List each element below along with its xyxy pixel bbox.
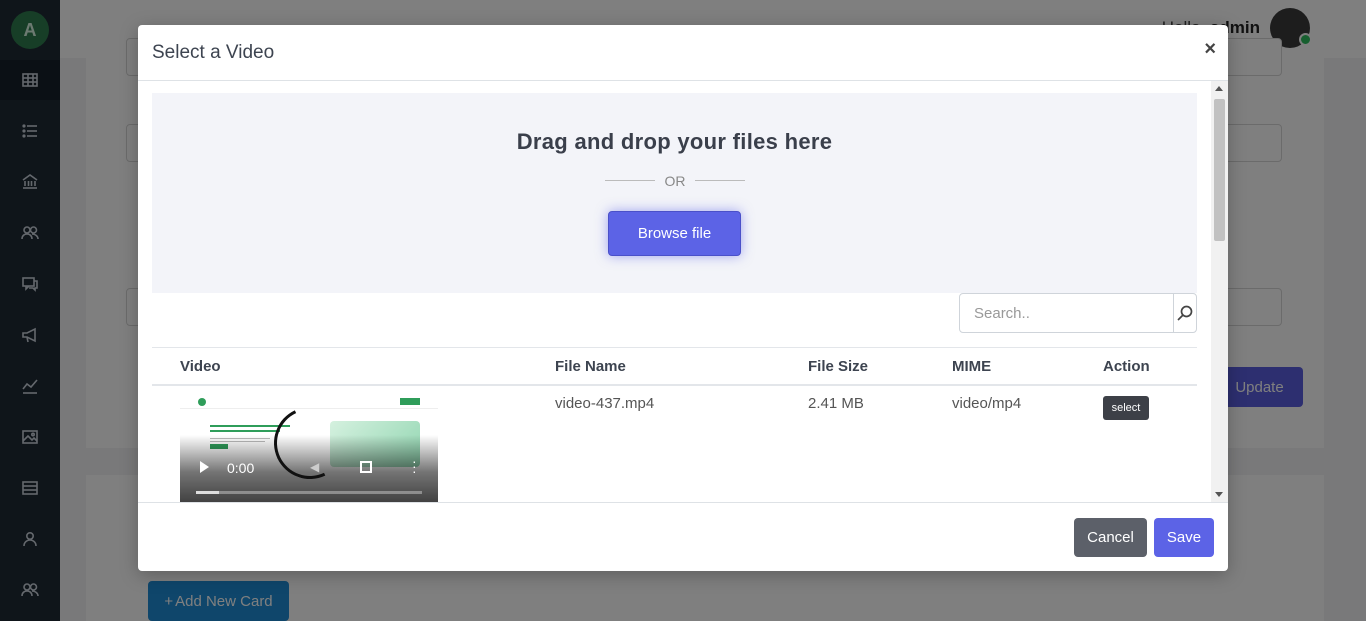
- video-progress-fill: [196, 491, 219, 494]
- column-header-video: Video: [180, 358, 221, 375]
- fullscreen-icon[interactable]: [360, 461, 372, 473]
- thumbnail-button: [400, 398, 420, 405]
- save-button[interactable]: Save: [1154, 518, 1214, 557]
- select-video-button[interactable]: select: [1103, 396, 1149, 420]
- volume-muted-icon[interactable]: ◀: [310, 461, 324, 473]
- play-icon[interactable]: [200, 461, 209, 473]
- modal-scrollbar[interactable]: [1211, 81, 1228, 502]
- file-dropzone[interactable]: Drag and drop your files here OR Browse …: [152, 93, 1197, 293]
- thumbnail-logo: [198, 398, 206, 406]
- cancel-button[interactable]: Cancel: [1074, 518, 1147, 557]
- column-header-mime: MIME: [952, 358, 992, 375]
- browse-file-button[interactable]: Browse file: [608, 211, 741, 256]
- table-header: Video File Name File Size MIME Action: [152, 347, 1197, 386]
- modal-body: Drag and drop your files here OR Browse …: [138, 81, 1228, 502]
- column-header-action: Action: [1103, 358, 1150, 375]
- column-header-file-size: File Size: [808, 358, 869, 375]
- modal-footer: Cancel Save: [138, 502, 1228, 571]
- scrollbar-thumb[interactable]: [1214, 99, 1225, 241]
- divider-line-right: [695, 180, 745, 181]
- modal-header: Select a Video ×: [138, 25, 1228, 81]
- video-player[interactable]: 0:00 ◀ · · ·: [180, 395, 438, 502]
- scroll-down-icon[interactable]: [1215, 492, 1223, 497]
- video-controls: 0:00 ◀ · · ·: [180, 454, 438, 478]
- scroll-up-icon[interactable]: [1215, 86, 1223, 91]
- or-text: OR: [664, 173, 686, 189]
- close-icon[interactable]: ×: [1204, 39, 1216, 59]
- or-divider: OR: [605, 173, 745, 189]
- select-video-modal: Select a Video × Drag and drop your file…: [138, 25, 1228, 571]
- column-header-file-name: File Name: [555, 358, 626, 375]
- more-options-icon[interactable]: · · ·: [412, 454, 417, 478]
- search-button[interactable]: [1173, 294, 1196, 332]
- dropzone-title: Drag and drop your files here: [516, 129, 833, 154]
- mime-cell: video/mp4: [952, 395, 1022, 412]
- file-name-cell: video-437.mp4: [555, 395, 655, 412]
- table-row: 0:00 ◀ · · · video-437.mp4 2.41 MB video/m…: [152, 386, 1197, 502]
- search-icon: [1177, 305, 1193, 321]
- video-progress-bar[interactable]: [196, 491, 422, 494]
- modal-title: Select a Video: [152, 42, 275, 63]
- search-input[interactable]: [960, 294, 1173, 332]
- video-current-time: 0:00: [227, 460, 255, 476]
- search-box: [959, 293, 1197, 333]
- file-size-cell: 2.41 MB: [808, 395, 864, 412]
